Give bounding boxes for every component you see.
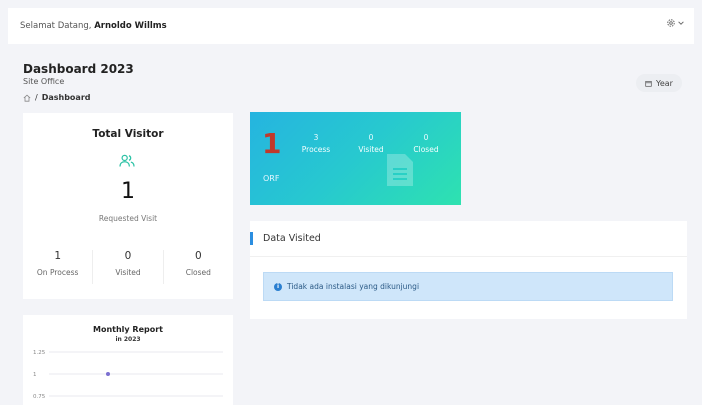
stat-closed: 0 Closed <box>164 250 233 284</box>
welcome-text: Selamat Datang, Arnoldo Willms <box>20 21 167 31</box>
home-icon[interactable] <box>23 94 31 102</box>
breadcrumb: / Dashboard <box>23 93 91 102</box>
data-visited-title: Data Visited <box>263 233 321 244</box>
top-bar: Selamat Datang, Arnoldo Willms <box>8 8 694 44</box>
orf-count: 1 <box>262 127 282 160</box>
chevron-down-icon <box>678 21 684 25</box>
stat-label: Closed <box>185 268 211 277</box>
orf-visited-value: 0 <box>368 133 374 142</box>
document-icon <box>387 154 413 186</box>
total-visitor-title: Total Visitor <box>92 128 164 140</box>
data-visited-header: Data Visited <box>250 221 687 257</box>
y-tick-label: 1 <box>33 372 37 378</box>
info-alert-text: Tidak ada instalasi yang dikunjungi <box>287 282 420 291</box>
data-point[interactable] <box>106 372 110 376</box>
stat-label: On Process <box>36 268 79 277</box>
users-icon <box>119 154 135 167</box>
gear-icon <box>667 19 675 27</box>
orf-process: 3 Process <box>296 133 336 154</box>
year-button[interactable]: Year <box>636 74 682 92</box>
monthly-report-card: Monthly Report in 2023 1.25 1 0.75 <box>23 315 233 405</box>
breadcrumb-separator: / <box>35 93 38 102</box>
stat-label: Visited <box>115 268 141 277</box>
settings-menu-button[interactable] <box>666 18 684 28</box>
data-visited-card: Data Visited i Tidak ada instalasi yang … <box>250 221 687 319</box>
orf-process-value: 3 <box>313 133 319 142</box>
y-tick-label: 0.75 <box>33 394 46 400</box>
stat-value: 0 <box>124 250 132 262</box>
visitor-stats: 1 On Process 0 Visited 0 Closed <box>23 250 233 284</box>
breadcrumb-current: Dashboard <box>41 93 91 102</box>
welcome-prefix: Selamat Datang, <box>20 21 92 31</box>
monthly-report-chart: 1.25 1 0.75 <box>33 350 223 400</box>
info-alert: i Tidak ada instalasi yang dikunjungi <box>263 272 673 301</box>
page-title: Dashboard 2023 <box>23 62 134 76</box>
orf-visited: 0 Visited <box>351 133 391 154</box>
user-name: Arnoldo Willms <box>94 21 167 31</box>
orf-label: ORF <box>263 174 280 183</box>
stat-visited: 0 Visited <box>93 250 164 284</box>
orf-process-label: Process <box>301 145 331 154</box>
monthly-report-title: Monthly Report <box>93 325 163 334</box>
year-button-label: Year <box>656 78 673 88</box>
monthly-report-subtitle: in 2023 <box>115 336 141 343</box>
page-subtitle: Site Office <box>23 77 65 86</box>
total-visitor-card: Total Visitor 1 Requested Visit 1 On Pro… <box>23 113 233 299</box>
calendar-icon <box>645 80 652 87</box>
total-visitor-count: 1 <box>121 179 135 204</box>
accent-bar <box>250 232 253 245</box>
orf-closed: 0 Closed <box>406 133 446 154</box>
requested-visit-label: Requested Visit <box>98 214 158 223</box>
y-tick-label: 1.25 <box>33 350 46 356</box>
stat-value: 0 <box>194 250 202 262</box>
stat-on-process: 1 On Process <box>23 250 94 284</box>
orf-closed-value: 0 <box>423 133 429 142</box>
orf-card[interactable]: 1 3 Process 0 Visited 0 Closed ORF <box>250 112 461 205</box>
info-icon: i <box>274 282 282 291</box>
stat-value: 1 <box>54 250 61 262</box>
